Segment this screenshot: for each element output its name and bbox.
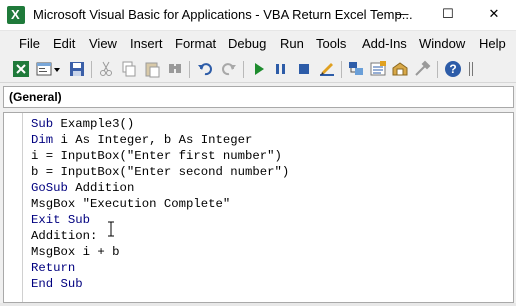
code-line[interactable]: GoSub Addition: [31, 180, 289, 196]
maximize-button[interactable]: ☐: [425, 0, 471, 30]
cut-icon[interactable]: [97, 60, 115, 78]
copy-icon[interactable]: [120, 60, 138, 78]
code-line[interactable]: Addition:: [31, 228, 289, 244]
standard-toolbar: ?: [0, 57, 516, 83]
code-text: i = InputBox("Enter first number"): [31, 149, 282, 163]
code-editor[interactable]: Sub Example3() Dim i As Integer, b As Int…: [3, 112, 514, 303]
help-icon[interactable]: ?: [444, 60, 462, 78]
code-keyword: GoSub: [31, 181, 68, 195]
code-text: MsgBox "Execution Complete": [31, 197, 231, 211]
menu-bar: File Edit View Insert Format Debug Run T…: [0, 31, 516, 57]
properties-icon[interactable]: [369, 60, 387, 78]
toolbar-separator: [437, 61, 438, 78]
menu-debug[interactable]: Debug: [228, 36, 266, 51]
code-text: Addition:: [31, 229, 98, 243]
minimize-button[interactable]: —: [379, 0, 425, 30]
menu-view[interactable]: View: [89, 36, 117, 51]
close-button[interactable]: ✕: [471, 0, 516, 30]
code-keyword: Exit Sub: [31, 213, 91, 227]
code-lines: Sub Example3() Dim i As Integer, b As Int…: [31, 116, 289, 292]
code-keyword: Sub: [31, 117, 54, 131]
excel-app-icon[interactable]: [7, 6, 25, 24]
code-line[interactable]: Sub Example3(): [31, 116, 289, 132]
code-text: MsgBox i + b: [31, 245, 120, 259]
design-mode-icon[interactable]: [318, 60, 336, 78]
menu-format[interactable]: Format: [175, 36, 216, 51]
insert-dropdown-arrow-icon[interactable]: [53, 60, 61, 78]
code-line[interactable]: Return: [31, 260, 289, 276]
menu-window[interactable]: Window: [419, 36, 465, 51]
toolbox-icon[interactable]: [413, 60, 431, 78]
paste-icon[interactable]: [143, 60, 161, 78]
close-icon: ✕: [488, 6, 500, 21]
window-title: Microsoft Visual Basic for Applications …: [33, 7, 413, 22]
code-text: Example3(): [53, 117, 135, 131]
reset-icon[interactable]: [295, 60, 313, 78]
find-icon[interactable]: [166, 60, 184, 78]
menu-file[interactable]: File: [19, 36, 40, 51]
toolbar-options-icon[interactable]: [466, 60, 484, 78]
run-icon[interactable]: [250, 60, 268, 78]
code-text: b = InputBox("Enter second number"): [31, 165, 290, 179]
code-keyword: Dim: [31, 133, 54, 147]
code-line[interactable]: Dim i As Integer, b As Integer: [31, 132, 289, 148]
menu-edit[interactable]: Edit: [53, 36, 75, 51]
code-line[interactable]: Exit Sub: [31, 212, 289, 228]
object-browser-icon[interactable]: [391, 60, 409, 78]
toolbar-separator: [243, 61, 244, 78]
code-line[interactable]: i = InputBox("Enter first number"): [31, 148, 289, 164]
toolbar-separator: [341, 61, 342, 78]
break-icon[interactable]: [272, 60, 290, 78]
menu-help[interactable]: Help: [479, 36, 506, 51]
redo-icon[interactable]: [220, 60, 238, 78]
menu-add-ins[interactable]: Add-Ins: [362, 36, 407, 51]
code-line[interactable]: MsgBox i + b: [31, 244, 289, 260]
code-text: i As Integer, b As Integer: [53, 133, 253, 147]
margin-indicator-bar[interactable]: [4, 113, 23, 302]
object-dropdown-value: (General): [9, 90, 62, 104]
code-keyword: End Sub: [31, 277, 83, 291]
object-dropdown[interactable]: (General): [3, 86, 514, 108]
code-keyword: Return: [31, 261, 76, 275]
undo-icon[interactable]: [196, 60, 214, 78]
menu-run[interactable]: Run: [280, 36, 304, 51]
insert-module-icon[interactable]: [35, 60, 53, 78]
menu-tools[interactable]: Tools: [316, 36, 346, 51]
code-text: Addition: [67, 181, 135, 195]
excel-view-icon[interactable]: [12, 60, 30, 78]
toolbar-separator: [189, 61, 190, 78]
svg-text:?: ?: [449, 62, 456, 76]
code-line[interactable]: End Sub: [31, 276, 289, 292]
text-cursor-icon: [108, 221, 114, 237]
maximize-icon: ☐: [442, 6, 454, 21]
menu-insert[interactable]: Insert: [130, 36, 163, 51]
code-line[interactable]: b = InputBox("Enter second number"): [31, 164, 289, 180]
save-icon[interactable]: [68, 60, 86, 78]
project-explorer-icon[interactable]: [347, 60, 365, 78]
code-line[interactable]: MsgBox "Execution Complete": [31, 196, 289, 212]
title-bar: Microsoft Visual Basic for Applications …: [0, 0, 516, 31]
minimize-icon: —: [395, 6, 409, 21]
toolbar-separator: [91, 61, 92, 78]
